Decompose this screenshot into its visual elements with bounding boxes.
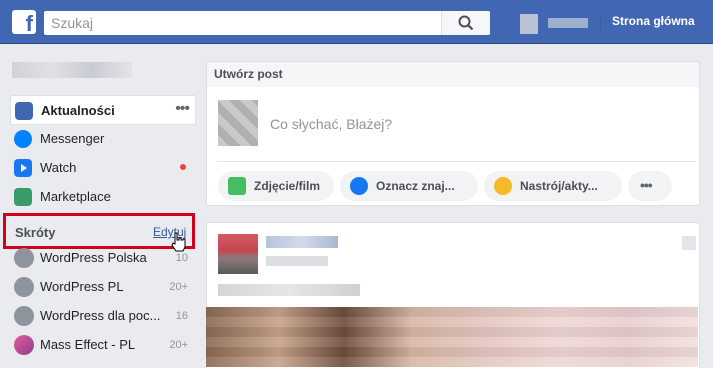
- shortcut-item[interactable]: Mass Effect - PL 20+: [10, 331, 194, 359]
- shortcut-item[interactable]: WordPress PL 20+: [10, 273, 194, 301]
- group-icon: [14, 277, 34, 297]
- shortcut-item[interactable]: WordPress Polska 10: [10, 244, 194, 272]
- photo-video-button[interactable]: Zdjęcie/film: [218, 171, 334, 201]
- marketplace-icon: [14, 188, 32, 206]
- sidebar-item-label: Marketplace: [40, 189, 111, 204]
- facebook-logo-icon[interactable]: f: [12, 10, 36, 36]
- tag-friends-button[interactable]: Oznacz znaj...: [340, 171, 478, 201]
- sidebar-item-messenger[interactable]: Messenger: [10, 124, 194, 152]
- post-meta-blurred: [266, 256, 328, 266]
- sidebar-item-news-feed[interactable]: Aktualności •••: [10, 95, 196, 125]
- sidebar-profile-blurred[interactable]: [12, 62, 132, 78]
- action-label: Nastrój/akty...: [520, 179, 598, 193]
- play-icon: [21, 164, 27, 172]
- shortcut-label: Mass Effect - PL: [40, 337, 136, 352]
- action-label: Oznacz znaj...: [376, 179, 455, 193]
- composer-more-button[interactable]: •••: [628, 171, 672, 201]
- search-icon: [458, 15, 474, 31]
- sidebar-item-watch[interactable]: Watch: [10, 153, 194, 181]
- group-icon: [14, 248, 34, 268]
- action-label: Zdjęcie/film: [254, 179, 321, 193]
- search-input[interactable]: [44, 11, 451, 35]
- shortcut-label: WordPress Polska: [40, 250, 147, 265]
- group-icon: [14, 335, 34, 355]
- shortcut-count: 16: [175, 310, 188, 322]
- post-author-name-blurred[interactable]: [266, 236, 338, 248]
- sidebar-item-label: Aktualności: [41, 103, 115, 118]
- profile-name-blurred[interactable]: [548, 18, 588, 28]
- messenger-icon: [14, 130, 32, 148]
- shortcuts-title: Skróty: [15, 225, 56, 240]
- sidebar-item-marketplace[interactable]: Marketplace: [10, 182, 194, 210]
- post-author-avatar[interactable]: [218, 234, 258, 274]
- shortcut-label: WordPress dla poc...: [40, 308, 161, 323]
- group-icon: [14, 306, 34, 326]
- search-box: [44, 11, 490, 35]
- shortcut-label: WordPress PL: [40, 279, 124, 294]
- sidebar-item-label: Messenger: [40, 131, 105, 146]
- composer-input[interactable]: Co słychać, Błażej?: [270, 116, 392, 132]
- feeling-icon: [494, 177, 512, 195]
- news-feed-icon: [15, 102, 33, 120]
- page-edge: [706, 44, 713, 367]
- tag-friends-icon: [350, 177, 368, 195]
- post-image-blurred[interactable]: [206, 307, 698, 367]
- top-bar: f Strona główna: [0, 0, 713, 44]
- shortcut-count: 20+: [169, 339, 188, 351]
- feeling-activity-button[interactable]: Nastrój/akty...: [484, 171, 622, 201]
- photo-icon: [228, 177, 246, 195]
- composer-title: Utwórz post: [214, 67, 283, 81]
- composer-divider: [218, 161, 696, 162]
- search-button[interactable]: [441, 11, 490, 35]
- shortcut-count: 10: [175, 252, 188, 264]
- profile-avatar[interactable]: [520, 14, 538, 34]
- sidebar-item-label: Watch: [40, 160, 77, 175]
- post-options-icon[interactable]: [682, 236, 696, 250]
- shortcut-item[interactable]: WordPress dla poc... 16: [10, 302, 194, 330]
- home-link[interactable]: Strona główna: [612, 14, 695, 28]
- post-text-blurred: [218, 284, 360, 296]
- shortcut-count: 20+: [169, 281, 188, 293]
- header-divider: [600, 14, 601, 30]
- watch-icon: [14, 159, 32, 177]
- more-options-icon[interactable]: •••: [175, 100, 190, 118]
- notification-dot: [180, 164, 186, 170]
- more-options-icon: •••: [640, 177, 653, 193]
- composer-avatar: [218, 100, 258, 146]
